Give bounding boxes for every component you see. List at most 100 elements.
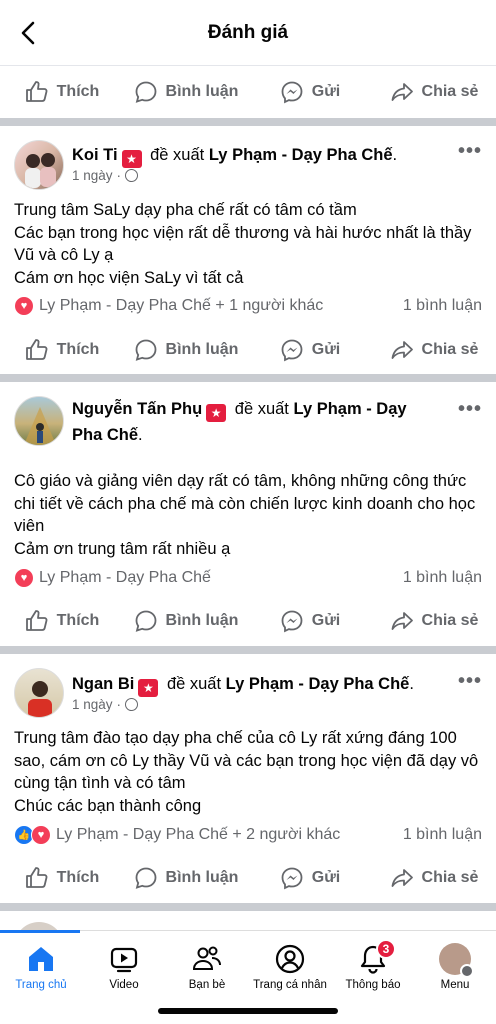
globe-icon [125, 698, 139, 711]
thumbs-up-icon [25, 339, 48, 360]
post-action-bar: Thích Bình luận Gửi Chia sẻ [0, 326, 496, 374]
recommend-icon: ★ [206, 404, 227, 422]
comment-button[interactable]: Bình luận [124, 338, 248, 362]
notification-badge: 3 [376, 939, 396, 959]
avatar[interactable] [14, 396, 64, 446]
like-button[interactable]: Thích [0, 80, 124, 104]
tab-video[interactable]: Video [83, 943, 165, 991]
active-tab-indicator [0, 930, 80, 933]
comment-count[interactable]: 1 bình luận [403, 569, 482, 587]
menu-lines-icon [460, 964, 474, 978]
like-label: Thích [56, 341, 100, 358]
more-options-icon[interactable]: ••• [458, 398, 482, 421]
page-name[interactable]: Ly Phạm - Dạy Pha Chế [209, 146, 393, 164]
like-button[interactable]: Thích [0, 609, 124, 633]
send-button[interactable]: Gửi [248, 609, 372, 633]
more-options-icon[interactable]: ••• [458, 140, 482, 163]
section-divider [0, 646, 496, 654]
like-button[interactable]: Thích [0, 866, 124, 890]
heart-icon: ♥ [14, 568, 34, 588]
top-action-bar: Thích Bình luận Gửi Chia sẻ [0, 68, 496, 116]
send-button[interactable]: Gửi [248, 80, 372, 104]
reaction-text: Ly Phạm - Dạy Pha Chế + 1 người khác [39, 297, 324, 314]
post-meta: 1 ngày · [72, 697, 139, 712]
tab-label: Trang cá nhân [253, 979, 327, 991]
share-icon [391, 869, 413, 887]
recommend-text: đề xuất [166, 675, 222, 693]
home-icon [29, 947, 53, 971]
messenger-icon [281, 867, 303, 890]
send-label: Gửi [311, 341, 341, 358]
thumbs-up-icon [25, 610, 48, 631]
tab-menu[interactable]: Menu [414, 943, 496, 991]
share-label: Chia sẻ [421, 341, 479, 358]
like-label: Thích [56, 869, 100, 886]
post-time[interactable]: 1 ngày [72, 168, 113, 183]
reaction-text: Ly Phạm - Dạy Pha Chế + 2 người khác [56, 826, 341, 843]
page-title: Đánh giá [207, 21, 289, 43]
tab-label: Bạn bè [188, 979, 226, 991]
top-header: Đánh giá [0, 0, 496, 66]
post-author-line: Koi Ti ★ đề xuất Ly Phạm - Dạy Pha Chế. [72, 146, 398, 168]
author-name[interactable]: Ngan Bi [72, 675, 134, 693]
tab-profile[interactable]: Trang cá nhân [249, 943, 331, 991]
tab-label: Video [109, 979, 139, 991]
reaction-summary[interactable]: 👍 ♥ Ly Phạm - Dạy Pha Chế + 2 người khác 1… [14, 825, 482, 845]
comment-button[interactable]: Bình luận [124, 80, 248, 104]
comment-icon [135, 610, 156, 632]
avatar-photo-icon [28, 681, 52, 717]
messenger-icon [281, 339, 303, 362]
post-text: Trung tâm đào tạo dạy pha chế của cô Ly … [14, 729, 479, 815]
reaction-text: Ly Phạm - Dạy Pha Chế [39, 569, 211, 586]
recommend-text: đề xuất [234, 400, 289, 418]
tab-notifications[interactable]: 3 Thông báo [332, 939, 414, 991]
post-author-line: Ngan Bi ★ đề xuất Ly Phạm - Dạy Pha Chế. [72, 675, 414, 697]
friends-icon [192, 946, 221, 970]
more-options-icon[interactable]: ••• [458, 670, 482, 693]
share-icon [391, 612, 413, 630]
back-arrow-icon[interactable] [14, 18, 44, 48]
comment-button[interactable]: Bình luận [124, 609, 248, 633]
comment-button[interactable]: Bình luận [124, 866, 248, 890]
avatar[interactable] [14, 668, 64, 718]
share-button[interactable]: Chia sẻ [372, 609, 496, 633]
post-author-line: Nguyễn Tấn Phụ ★ đề xuất Ly Phạm - Dạy Ph… [72, 400, 407, 444]
bottom-tab-bar: Trang chủ Video Bạn bè Trang cá nhân 3 T… [0, 930, 496, 1024]
send-button[interactable]: Gửi [248, 338, 372, 362]
tab-friends[interactable]: Bạn bè [166, 943, 248, 991]
post-time[interactable]: 1 ngày [72, 697, 113, 712]
comment-icon [135, 867, 156, 889]
section-divider [0, 903, 496, 911]
post-meta: 1 ngày · [72, 168, 139, 183]
share-button[interactable]: Chia sẻ [372, 338, 496, 362]
avatar[interactable] [14, 140, 64, 190]
author-name[interactable]: Koi Ti [72, 146, 118, 164]
comment-count[interactable]: 1 bình luận [403, 826, 482, 844]
share-button[interactable]: Chia sẻ [372, 866, 496, 890]
page-name[interactable]: Ly Phạm - Dạy Pha Chế [226, 675, 410, 693]
section-divider [0, 118, 496, 126]
share-icon [391, 341, 413, 359]
comment-label: Bình luận [165, 341, 239, 358]
profile-icon [275, 944, 305, 974]
post-action-bar: Thích Bình luận Gửi Chia sẻ [0, 597, 496, 645]
share-button[interactable]: Chia sẻ [372, 80, 496, 104]
recommend-icon: ★ [121, 150, 142, 168]
reaction-summary[interactable]: ♥ Ly Phạm - Dạy Pha Chế + 1 người khác 1 … [14, 296, 482, 316]
send-button[interactable]: Gửi [248, 866, 372, 890]
like-button[interactable]: Thích [0, 338, 124, 362]
reaction-summary[interactable]: ♥ Ly Phạm - Dạy Pha Chế 1 bình luận [14, 568, 482, 588]
video-icon [110, 947, 138, 973]
send-label: Gửi [311, 83, 341, 100]
section-divider [0, 374, 496, 382]
post-text: Trung tâm SaLy dạy pha chế rất có tâm có… [14, 201, 472, 287]
author-name[interactable]: Nguyễn Tấn Phụ [72, 400, 202, 418]
send-label: Gửi [311, 612, 341, 629]
comment-icon [135, 81, 156, 103]
share-label: Chia sẻ [421, 612, 479, 629]
home-indicator [158, 1008, 338, 1014]
thumbs-up-icon [25, 81, 48, 102]
like-label: Thích [56, 83, 100, 100]
comment-count[interactable]: 1 bình luận [403, 297, 482, 315]
tab-home[interactable]: Trang chủ [0, 943, 82, 991]
